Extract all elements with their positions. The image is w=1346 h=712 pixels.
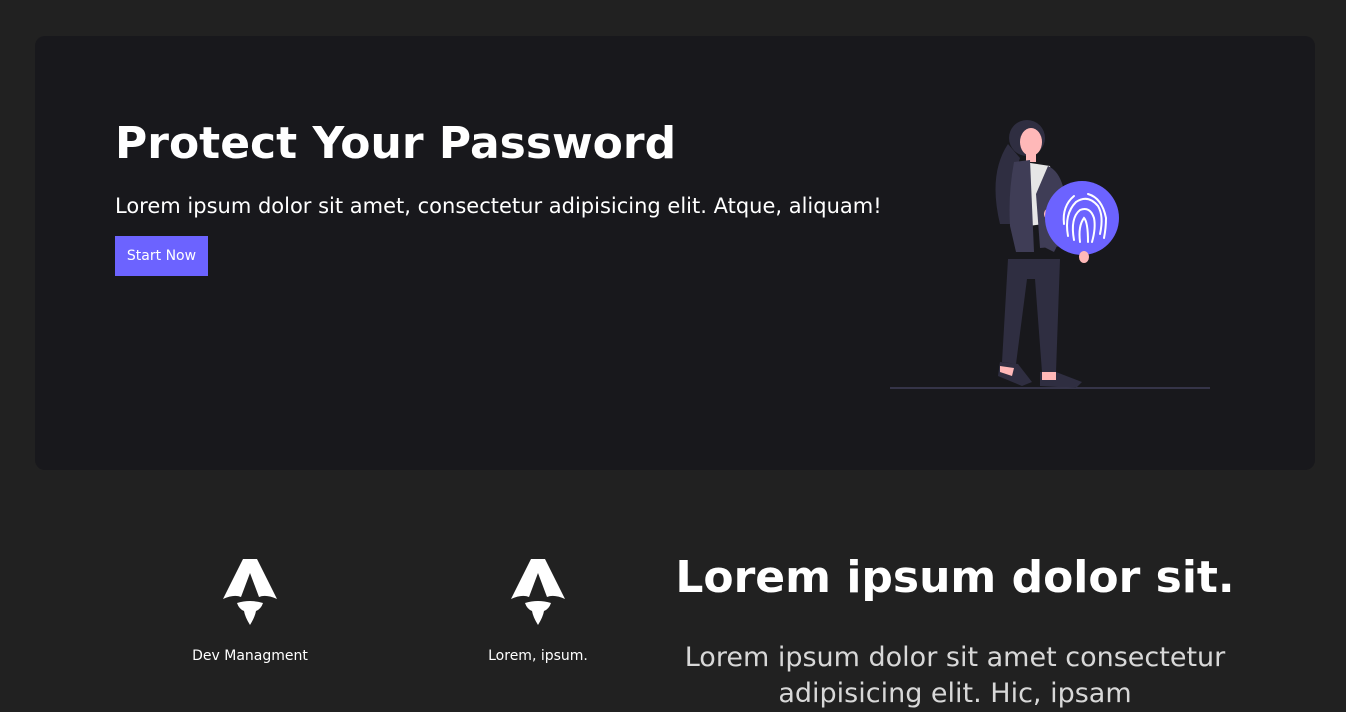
promo-title: Lorem ipsum dolor sit. [675, 552, 1235, 603]
feature-label: Lorem, ipsum. [488, 648, 588, 664]
hero-title: Protect Your Password [115, 118, 677, 169]
promo-text: Lorem ipsum dolor sit amet consectetur a… [660, 640, 1250, 712]
feature-card-dev-managment: Dev Managment [140, 555, 360, 665]
feature-label: Dev Managment [192, 648, 308, 664]
promo-text-line-2: adipisicing elit. Hic, ipsam [778, 678, 1132, 709]
hero-section: Protect Your Password Lorem ipsum dolor … [35, 36, 1315, 470]
start-now-button[interactable]: Start Now [115, 236, 208, 276]
promo-text-line-1: Lorem ipsum dolor sit amet consectetur [684, 642, 1226, 673]
rocket-logo-icon [223, 559, 277, 625]
fingerprint-illustration [890, 120, 1210, 389]
hero-subtitle: Lorem ipsum dolor sit amet, consectetur … [115, 194, 882, 218]
rocket-logo-icon [511, 559, 565, 625]
feature-card-lorem-ipsum: Lorem, ipsum. [428, 555, 648, 665]
